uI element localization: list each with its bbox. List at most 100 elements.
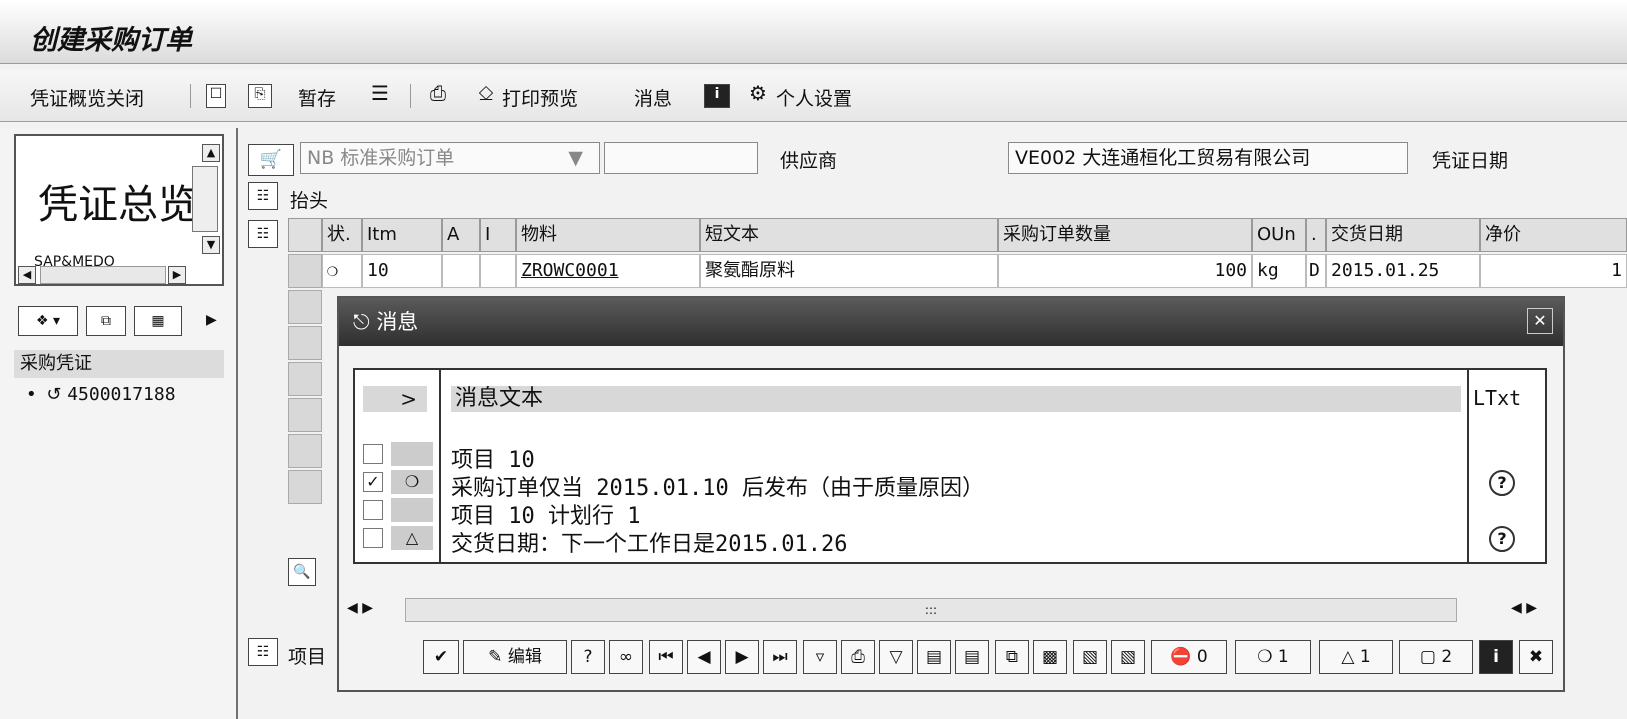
find-next-icon[interactable]: ▧	[1111, 640, 1145, 674]
scroll-right-icon[interactable]: ▶	[168, 266, 186, 284]
filter-icon[interactable]: ▿	[803, 640, 837, 674]
col-arrow-header[interactable]: >	[363, 386, 427, 412]
scroll-up-icon[interactable]: ▲	[202, 144, 220, 162]
col-a[interactable]: A	[442, 218, 480, 252]
doc-type-select[interactable]: NB 标准采购订单 ▼	[300, 142, 600, 174]
last-page-icon[interactable]: ⏭	[763, 640, 797, 674]
row-selector[interactable]	[288, 398, 322, 432]
message-checkbox[interactable]	[363, 500, 383, 520]
find-icon[interactable]: ▧	[1073, 640, 1107, 674]
a-cell[interactable]	[442, 254, 480, 288]
d-cell[interactable]: D	[1306, 254, 1326, 288]
col-net-price[interactable]: 净价	[1480, 218, 1627, 252]
items-toggle-icon[interactable]: ☷	[248, 220, 278, 248]
print-icon[interactable]: ⎙	[841, 640, 875, 674]
document-overview-panel: 凭证总览 SAP&MEDO ▲ ▼	[14, 134, 224, 286]
col-material[interactable]: 物料	[516, 218, 700, 252]
check-hierarchy-icon[interactable]: ☰	[366, 83, 394, 108]
detail-icon[interactable]: 🔍	[288, 558, 316, 586]
message-checkbox[interactable]	[363, 528, 383, 548]
dialog-title: 消息	[376, 310, 419, 334]
hold-button[interactable]: 暂存	[298, 84, 336, 111]
status-cell[interactable]: ❍	[322, 254, 362, 288]
close-icon[interactable]: ✕	[1527, 308, 1553, 334]
material-cell[interactable]: ZROWC0001	[516, 254, 700, 288]
print-icon[interactable]: ⎙	[424, 83, 452, 108]
long-text-help-icon[interactable]: ?	[1489, 470, 1515, 496]
col-i[interactable]: I	[480, 218, 516, 252]
expand-arrow-icon[interactable]: ▶	[206, 312, 217, 328]
glasses-icon[interactable]: ∞	[609, 640, 643, 674]
first-page-icon[interactable]: ⏮	[649, 640, 683, 674]
error-filter-button[interactable]: ❍ 1	[1235, 640, 1311, 674]
row-selector[interactable]	[288, 254, 322, 288]
col-short-text[interactable]: 短文本	[700, 218, 998, 252]
cancel-icon[interactable]: ✖	[1519, 640, 1553, 674]
message-checkbox[interactable]	[363, 444, 383, 464]
col-po-qty[interactable]: 采购订单数量	[998, 218, 1252, 252]
other-document-icon[interactable]: ⎘	[248, 84, 272, 108]
col-status[interactable]: 状.	[322, 218, 362, 252]
edit-button[interactable]: ✎ 编辑	[463, 640, 567, 674]
navigation-icon[interactable]: ❖ ▾	[18, 306, 78, 336]
copy-icon[interactable]: ⧉	[995, 640, 1029, 674]
doc-number-field[interactable]	[604, 142, 758, 174]
info-count: 2	[1441, 647, 1453, 667]
new-document-icon[interactable]: ☐	[206, 84, 226, 108]
stop-filter-button[interactable]: ⛔ 0	[1151, 640, 1227, 674]
export-list-icon[interactable]: ▤	[955, 640, 989, 674]
row-selector[interactable]	[288, 290, 322, 324]
layout-icon[interactable]: ▦	[134, 306, 182, 336]
export-icon[interactable]: ▤	[917, 640, 951, 674]
warning-filter-button[interactable]: △ 1	[1319, 640, 1393, 674]
vertical-scrollbar[interactable]	[192, 166, 218, 232]
itm-cell[interactable]: 10	[362, 254, 442, 288]
next-page-icon[interactable]: ▶	[725, 640, 759, 674]
col-itm[interactable]: Itm	[362, 218, 442, 252]
copy-icon[interactable]: ⧉	[86, 306, 126, 336]
cart-icon[interactable]: 🛒	[248, 144, 294, 176]
tree-item[interactable]: • ↺ 4500017188	[26, 384, 176, 405]
stop-count: 0	[1196, 647, 1208, 667]
personal-settings-button[interactable]: 个人设置	[776, 84, 852, 111]
col-dot[interactable]: .	[1306, 218, 1326, 252]
short-text-cell[interactable]: 聚氨酯原料	[700, 254, 998, 288]
vendor-field[interactable]: VE002 大连通桓化工贸易有限公司	[1008, 142, 1408, 174]
info-icon[interactable]: i	[1479, 640, 1513, 674]
save-icon[interactable]: ▩	[1033, 640, 1067, 674]
row-selector[interactable]	[288, 326, 322, 360]
previous-page-icon[interactable]: ◀	[687, 640, 721, 674]
oun-cell[interactable]: kg	[1252, 254, 1306, 288]
col-ltxt-header[interactable]: LTxt	[1473, 386, 1521, 410]
info-filter-button[interactable]: ▢ 2	[1399, 640, 1473, 674]
scroll-down-icon[interactable]: ▼	[202, 236, 220, 254]
row-selector[interactable]	[288, 470, 322, 504]
net-price-cell[interactable]: 1	[1480, 254, 1627, 288]
sort-icon[interactable]: ▽	[879, 640, 913, 674]
scroll-left-icon[interactable]: ◀	[18, 266, 36, 284]
help-button[interactable]: ?	[571, 640, 605, 674]
col-oun[interactable]: OUn	[1252, 218, 1306, 252]
long-text-help-icon[interactable]: ?	[1489, 526, 1515, 552]
messages-button[interactable]: 消息	[634, 84, 672, 111]
row-selector[interactable]	[288, 362, 322, 396]
row-selector-header[interactable]	[288, 218, 322, 252]
header-toggle-icon[interactable]: ☷	[248, 182, 278, 210]
message-checkbox-checked[interactable]: ✓	[363, 472, 383, 492]
doc-overview-close-button[interactable]: 凭证概览关闭	[30, 84, 144, 111]
info-icon[interactable]: i	[704, 84, 730, 108]
col-delivery-date[interactable]: 交货日期	[1326, 218, 1480, 252]
po-qty-cell[interactable]: 100	[998, 254, 1252, 288]
confirm-button[interactable]: ✔	[423, 640, 459, 674]
i-cell[interactable]	[480, 254, 516, 288]
horizontal-scrollbar[interactable]: :::	[405, 598, 1457, 622]
horizontal-scrollbar[interactable]	[40, 266, 166, 284]
item-detail-toggle-icon[interactable]: ☷	[248, 638, 278, 666]
scroll-right-icon[interactable]: ◀ ▶	[1511, 600, 1537, 616]
row-selector[interactable]	[288, 434, 322, 468]
delivery-date-cell[interactable]: 2015.01.25	[1326, 254, 1480, 288]
scroll-left-icon[interactable]: ◀ ▶	[347, 600, 373, 616]
print-preview-button[interactable]: 打印预览	[502, 84, 578, 111]
col-text-header[interactable]: 消息文本	[451, 386, 1461, 412]
print-preview-icon: ⎐	[478, 81, 494, 105]
